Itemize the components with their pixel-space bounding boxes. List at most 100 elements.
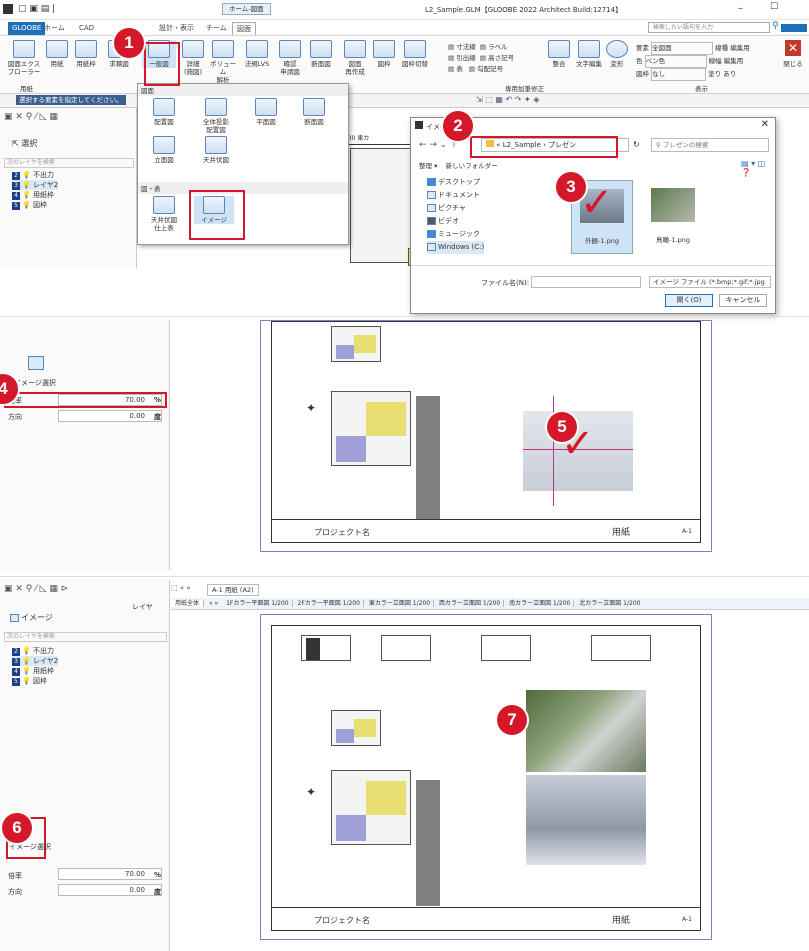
tree-item-c-drive[interactable]: Windows (C:) bbox=[427, 241, 485, 254]
regenerate-icon bbox=[344, 40, 366, 58]
cancel-button[interactable]: キャンセル bbox=[719, 294, 767, 307]
search-input[interactable]: 検索したい語句を入力 bbox=[648, 22, 770, 33]
direction-input[interactable]: 0.00 bbox=[58, 410, 162, 422]
layer-dropdown[interactable]: レイヤ bbox=[132, 602, 153, 612]
direction-input[interactable]: 0.00 bbox=[58, 884, 162, 896]
view-tab[interactable]: 東カラー立面図 1/200 bbox=[365, 600, 435, 607]
drawing-explorer-button[interactable]: 図面エクスプローラー bbox=[6, 40, 42, 76]
tab-home[interactable]: ホーム bbox=[40, 22, 69, 35]
organize-button[interactable]: 整理 ▾ 新しいフォルダー bbox=[419, 160, 498, 170]
frame-button[interactable]: 図枠 bbox=[372, 40, 396, 68]
image-select-icon[interactable] bbox=[28, 356, 46, 370]
tree-item-pictures[interactable]: ピクチャ bbox=[427, 202, 484, 215]
layer-row[interactable]: 5 💡 図枠 bbox=[12, 676, 58, 686]
site-plan-icon bbox=[153, 98, 175, 116]
step-badge-7: 7 bbox=[497, 705, 527, 735]
user-badge[interactable] bbox=[781, 24, 807, 32]
minimize-icon[interactable]: – bbox=[738, 3, 743, 14]
left-panel-middle: イメージ選択 倍率 70.00 % 方向 0.00 度 bbox=[0, 320, 170, 570]
dialog-close-icon[interactable]: ✕ bbox=[761, 119, 769, 130]
folder-search-input[interactable]: ⚲ プレゼンの検索 bbox=[651, 138, 769, 152]
layer-search-input[interactable]: 次のレイヤを検索 bbox=[4, 632, 167, 642]
element-select[interactable]: 全図面 bbox=[651, 42, 714, 55]
view-tab[interactable]: 北カラー立面図 1/200 bbox=[576, 600, 643, 607]
search-icon[interactable]: ⚲ bbox=[772, 21, 779, 31]
layer-row[interactable]: 4 💡 用紙枠 bbox=[12, 190, 58, 200]
placed-image-exterior[interactable] bbox=[526, 775, 646, 865]
site-plan-item[interactable]: 配置図 bbox=[144, 98, 184, 126]
dimension-line-button[interactable]: ▤ 寸法線 ▤ ラベル bbox=[448, 42, 514, 53]
layer-row[interactable]: 2 💡 不出力 bbox=[12, 170, 58, 180]
layer-row[interactable]: 3 💡 レイヤ2 bbox=[12, 180, 59, 190]
view-nav-icons[interactable]: « » bbox=[206, 600, 221, 607]
view-tab[interactable]: 南カラー立面図 1/200 bbox=[506, 600, 575, 607]
ceiling-plan-item[interactable]: 天井伏図 bbox=[194, 136, 238, 164]
scale-unit: % bbox=[154, 396, 162, 404]
tab-cad[interactable]: CAD bbox=[75, 22, 98, 35]
view-options-icons[interactable]: ▤ ▾ ◫ ❓ bbox=[741, 159, 775, 177]
layer-row[interactable]: 4 💡 用紙枠 bbox=[12, 666, 58, 676]
tab-design-view[interactable]: 設計・表示 bbox=[155, 22, 198, 35]
new-folder-button[interactable]: 新しいフォルダー bbox=[446, 162, 498, 170]
tool-icons[interactable]: ▣ ✕ ⚲ ⁄ ◺ ▦ bbox=[4, 112, 58, 122]
color-select[interactable]: ペン色 bbox=[644, 55, 707, 68]
tree-item-videos[interactable]: ビデオ bbox=[427, 215, 484, 228]
layer-row[interactable]: 3 💡 レイヤ2 bbox=[12, 656, 59, 666]
tree-item-music[interactable]: ミュージック bbox=[427, 228, 484, 241]
lvs-button[interactable]: 法規LVS bbox=[240, 40, 274, 68]
doc-tab[interactable]: A-1 用紙 (A2) bbox=[207, 584, 259, 596]
file-item-aerial[interactable]: 鳥瞰-1.png bbox=[643, 180, 705, 254]
nav-arrows[interactable]: ← → ⌄ ↑ bbox=[419, 140, 458, 150]
open-button[interactable]: 開く(O) bbox=[665, 294, 713, 307]
doc-nav-icons[interactable]: ⬚ « » bbox=[171, 584, 191, 592]
ceiling-finish-table-item[interactable]: 天井伏図 仕上表 bbox=[144, 196, 184, 232]
view-tab-sheet[interactable]: 用紙全体 bbox=[171, 600, 205, 607]
text-edit-button[interactable]: 文字編集 bbox=[572, 40, 606, 68]
tab-team[interactable]: チーム bbox=[202, 22, 231, 35]
volume-button[interactable]: ボリューム 解析 bbox=[208, 40, 238, 84]
layer-row[interactable]: 5 💡 図枠 bbox=[12, 200, 58, 210]
sheet-frame-button[interactable]: 用紙枠 bbox=[72, 40, 100, 68]
align-button[interactable]: 整合 bbox=[548, 40, 570, 68]
frame-select[interactable]: なし bbox=[651, 68, 707, 81]
project-name: プロジェクト名 bbox=[314, 916, 370, 925]
select-tool[interactable]: ⇱ 選択 bbox=[12, 138, 37, 149]
floor-plan-item[interactable]: 平面図 bbox=[246, 98, 286, 126]
line-width-select[interactable]: 編集用 bbox=[724, 57, 744, 65]
close-drawing-button[interactable]: ✕ 閉じる bbox=[780, 40, 806, 68]
title-bar: ▢ ▣ ▤ | ホーム-図面 L2_Sample.GLM【GLOOBE 2022… bbox=[0, 0, 809, 20]
scale-input[interactable]: 70.00 bbox=[58, 868, 162, 880]
table-button[interactable]: ▤ 表 ▤ 勾配記号 bbox=[448, 64, 514, 75]
quick-access-icons[interactable]: ▢ ▣ ▤ | bbox=[18, 4, 55, 14]
elevation-4 bbox=[591, 635, 651, 661]
elevation-item[interactable]: 立面図 bbox=[144, 136, 184, 164]
application-drawing-button[interactable]: 確認 申請図 bbox=[276, 40, 304, 76]
tree-item-documents[interactable]: ドキュメント bbox=[427, 189, 484, 202]
layer-search-input[interactable]: 次のレイヤを検索 bbox=[4, 158, 134, 168]
filename-input[interactable] bbox=[531, 276, 641, 288]
projected-site-plan-item[interactable]: 全体投影 配置図 bbox=[194, 98, 238, 134]
placed-image-aerial[interactable] bbox=[526, 690, 646, 772]
tree-item-desktop[interactable]: デスクトップ bbox=[427, 176, 484, 189]
maximize-icon[interactable]: ☐ bbox=[770, 2, 778, 12]
tab-drawing[interactable]: 図面 bbox=[232, 22, 256, 35]
frame-switch-button[interactable]: 図枠切替 bbox=[398, 40, 432, 68]
scale-input[interactable]: 70.00 bbox=[58, 394, 162, 406]
layer-row[interactable]: 2 💡 不出力 bbox=[12, 646, 58, 656]
section-button[interactable]: 断面図 bbox=[306, 40, 336, 68]
fill-select[interactable]: あり bbox=[723, 70, 736, 78]
regenerate-button[interactable]: 図面 再作成 bbox=[340, 40, 370, 76]
leader-line-button[interactable]: ▤ 引出線 ▤ 高さ記号 bbox=[448, 53, 514, 64]
sheet-button[interactable]: 用紙 bbox=[44, 40, 70, 68]
tool-icons[interactable]: ▣ ✕ ⚲ ⁄ ◺ ▦ ⊳ bbox=[4, 584, 68, 594]
view-tab[interactable]: 1Fカラー平面図 1/200 bbox=[223, 600, 293, 607]
line-type-select[interactable]: 編集用 bbox=[730, 44, 750, 52]
view-tab[interactable]: 2Fカラー平面図 1/200 bbox=[294, 600, 364, 607]
view-tab[interactable]: 西カラー立面図 1/200 bbox=[436, 600, 505, 607]
detail-button[interactable]: 詳細 (施図) bbox=[180, 40, 206, 76]
refresh-icon[interactable]: ↻ bbox=[633, 140, 640, 149]
transform-button[interactable]: 変形 bbox=[606, 40, 628, 68]
file-type-select[interactable]: イメージ ファイル (*.bmp;*.gif;*.jpg bbox=[649, 276, 771, 288]
view-toolbar-icons[interactable]: ⇲ ⬚ ▦ ↶ ↷ ✦ ◈ bbox=[476, 95, 539, 104]
section-item[interactable]: 断面図 bbox=[294, 98, 334, 126]
